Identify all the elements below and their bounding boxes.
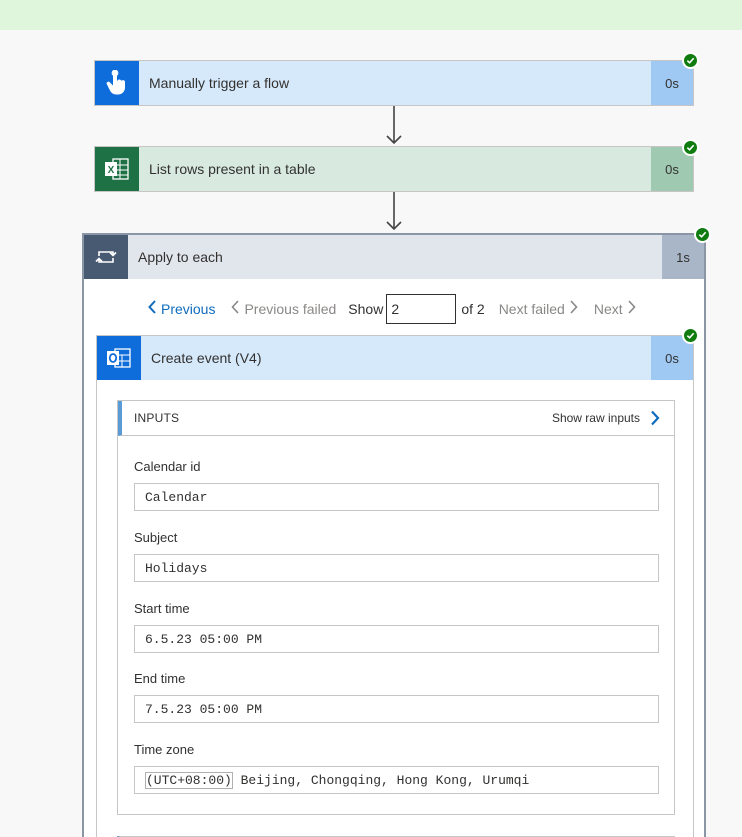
create-event-header[interactable]: Create event (V4) 0s [97,336,693,380]
field-label: Start time [134,601,190,616]
chevron-left-icon [148,299,157,319]
apply-to-each-header[interactable]: Apply to each 1s [84,235,704,279]
excel-icon: X [95,147,139,191]
time-zone-offset: (UTC+08:00) [145,771,233,789]
iteration-number-input[interactable] [386,294,457,324]
svg-text:X: X [108,165,115,176]
field-value: 6.5.23 05:00 PM [134,625,659,653]
arrow-down-icon [386,106,402,145]
loop-title: Apply to each [138,249,223,265]
field-calendar-id: Calendar id Calendar [134,459,659,511]
step-list-rows[interactable]: X List rows present in a table 0s [94,146,694,192]
field-value: Calendar [134,483,659,511]
loop-icon [84,235,128,279]
show-raw-inputs-link[interactable]: Show raw inputs [552,410,660,426]
show-label: Show [348,301,384,317]
field-value: 7.5.23 05:00 PM [134,695,659,723]
field-end-time: End time 7.5.23 05:00 PM [134,671,659,723]
next-label: Next [593,301,623,317]
create-event-card: Create event (V4) 0s INPUTS Show raw inp… [96,335,694,837]
iteration-total: of 2 [461,301,485,317]
show-raw-inputs-label: Show raw inputs [551,411,640,425]
success-banner [0,0,742,30]
success-check-icon [694,226,711,243]
field-label: Time zone [134,742,195,757]
arrow-down-icon [386,192,402,231]
field-subject: Subject Holidays [134,530,659,582]
chevron-right-icon [651,410,660,426]
step-title: Manually trigger a flow [149,75,290,91]
field-label: Subject [134,530,178,545]
previous-link[interactable]: Previous [144,299,216,319]
action-title: Create event (V4) [151,350,262,366]
next-failed-link[interactable]: Next failed [498,299,582,319]
next-failed-label: Next failed [498,301,565,317]
apply-to-each-container: Apply to each 1s Previous Previous faile… [82,233,706,837]
previous-label: Previous [161,301,216,317]
outlook-icon [97,336,141,380]
chevron-right-icon [569,299,578,319]
field-label: End time [134,671,186,686]
field-start-time: Start time 6.5.23 05:00 PM [134,601,659,653]
field-label: Calendar id [134,459,201,474]
inputs-header: INPUTS Show raw inputs [118,401,674,436]
time-zone-cities: Beijing, Chongqing, Hong Kong, Urumqi [232,772,530,788]
chevron-right-icon [627,299,636,319]
success-check-icon [682,139,699,156]
previous-failed-link[interactable]: Previous failed [227,299,337,319]
step-title: List rows present in a table [149,161,316,177]
step-manual-trigger[interactable]: Manually trigger a flow 0s [94,60,694,106]
hand-tap-icon [95,61,139,105]
next-link[interactable]: Next [593,299,640,319]
previous-failed-label: Previous failed [244,301,337,317]
success-check-icon [682,327,699,344]
iteration-pager: Previous Previous failed Show of 2 Next … [144,293,652,325]
field-time-zone: Time zone (UTC+08:00) Beijing, Chongqing… [134,742,659,794]
success-check-icon [682,52,699,69]
inputs-panel: INPUTS Show raw inputs Calendar id Calen… [117,400,675,815]
inputs-heading: INPUTS [134,411,180,425]
chevron-left-icon [231,299,240,319]
field-value: Holidays [134,554,659,582]
field-value: (UTC+08:00) Beijing, Chongqing, Hong Kon… [134,766,659,794]
